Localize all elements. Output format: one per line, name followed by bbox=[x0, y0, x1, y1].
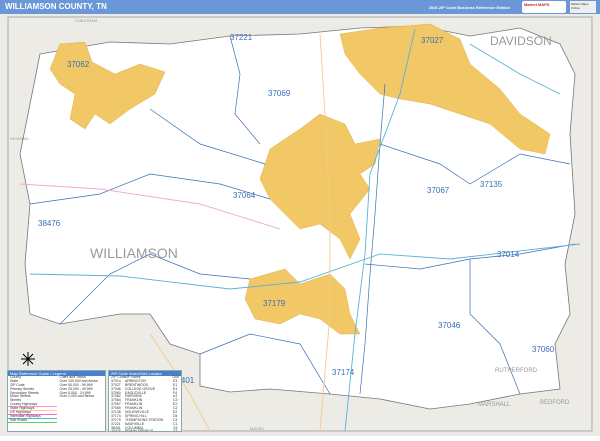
zip-label: 37064 bbox=[233, 191, 256, 200]
zip-label: 37046 bbox=[438, 321, 461, 330]
zip-label: 37060 bbox=[532, 345, 555, 354]
county-label: WILLIAMSON bbox=[90, 245, 178, 261]
zip-label: 37179 bbox=[263, 299, 286, 308]
neighbor-county-label: MAURY bbox=[250, 426, 265, 431]
compass-rose bbox=[21, 352, 35, 366]
zip-label: 37221 bbox=[230, 33, 253, 42]
secondary-logo: Market Maps Online bbox=[570, 1, 596, 13]
map-title: WILLIAMSON COUNTY, TN bbox=[5, 2, 107, 11]
map-canvas[interactable]: 37221 37027 37062 37069 37064 37067 3713… bbox=[0, 14, 600, 436]
legend-box: Map Reference Guide / Legend County Stat… bbox=[7, 370, 106, 432]
zip-label: 37067 bbox=[427, 186, 450, 195]
header-bar: WILLIAMSON COUNTY, TN 2026 ZIP Code Busi… bbox=[0, 0, 600, 14]
zip-label: 37174 bbox=[332, 368, 355, 377]
zip-label: 37062 bbox=[67, 60, 90, 69]
zip-label: 37014 bbox=[497, 250, 520, 259]
zip-index-box: ZIP Code Index/Grid Locator ZIP Code ZIP… bbox=[108, 370, 182, 432]
neighbor-county-label: RUTHERFORD bbox=[495, 368, 537, 374]
neighbor-county-label: HICKMAN bbox=[10, 136, 29, 141]
zip-index-rows: 37014 ARRINGTON E3 37027 BRENTWOOD E1 37046 COL… bbox=[109, 379, 181, 432]
edition-label: 2026 ZIP Code Business Reference Edition bbox=[428, 5, 510, 10]
zip-label: 37135 bbox=[480, 180, 503, 189]
neighbor-county-label: CHEATHAM bbox=[75, 18, 98, 23]
neighbor-county-label: MARSHALL bbox=[478, 402, 511, 408]
zip-label: 38476 bbox=[38, 219, 61, 228]
legend-city-items: Cities and Towns Over 100,000 and Above … bbox=[57, 375, 105, 423]
zip-label: 37027 bbox=[421, 36, 444, 45]
legend-line-items: County State ZIP Code Primary Streets Se… bbox=[8, 375, 58, 423]
legend-city-item: Over 1,000 and Below bbox=[59, 394, 95, 399]
legend-item: Rail Roads bbox=[10, 417, 28, 422]
row-zip: 38476 bbox=[111, 429, 121, 432]
row-name: PRIMM SPRINGS bbox=[125, 429, 154, 432]
neighbor-county-label: DAVIDSON bbox=[490, 34, 552, 48]
zip-label: 37069 bbox=[268, 89, 291, 98]
row-grid: A3 bbox=[173, 429, 178, 432]
zip-index-row: 38476 PRIMM SPRINGS A3 bbox=[109, 429, 181, 432]
brand-logo: Market MAPS bbox=[522, 1, 566, 13]
neighbor-county-label: BEDFORD bbox=[540, 400, 570, 406]
